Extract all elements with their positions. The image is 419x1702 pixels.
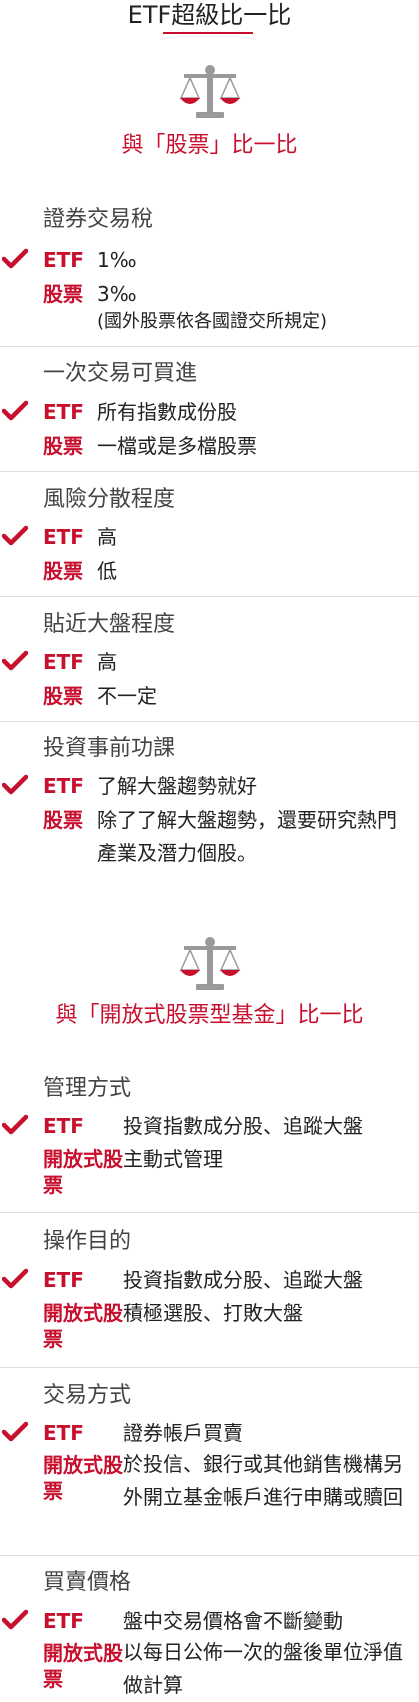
stock-value: 一檔或是多檔股票 [97, 434, 257, 458]
divider [0, 471, 419, 472]
check-icon [2, 774, 28, 795]
block-title: 貼近大盤程度 [43, 612, 176, 637]
etf-label: ETF [43, 774, 84, 798]
check-icon [2, 1268, 28, 1289]
title-underline [163, 32, 253, 34]
etf-label: ETF [43, 400, 84, 424]
block-title: 交易方式 [43, 1383, 132, 1408]
block-title: 證券交易稅 [43, 207, 154, 232]
stock-value: 低 [97, 559, 117, 583]
stock-label: 股票 [43, 684, 83, 708]
fund-label: 開放式股票 [43, 1641, 123, 1691]
fund-label: 開放式股票 [43, 1301, 123, 1351]
etf-value: 高 [97, 525, 117, 549]
etf-value: 高 [97, 650, 117, 674]
page-title: ETF超級比一比 [127, 1, 292, 29]
fund-value: 主動式管理 [123, 1147, 223, 1171]
stock-label: 股票 [43, 282, 83, 306]
block-title: 一次交易可買進 [43, 361, 198, 386]
etf-label: ETF [43, 248, 84, 272]
stock-value: 不一定 [97, 684, 157, 708]
check-icon [2, 650, 28, 671]
etf-label: ETF [43, 1421, 84, 1445]
section-title-stock: 與「股票」比一比 [121, 133, 298, 158]
stock-label: 股票 [43, 434, 83, 458]
block-title: 買賣價格 [43, 1570, 132, 1595]
etf-label: ETF [43, 1609, 84, 1633]
fund-label: 開放式股票 [43, 1147, 123, 1197]
etf-value: 1‰ [97, 248, 137, 272]
check-icon [2, 1609, 28, 1630]
etf-label: ETF [43, 650, 84, 674]
block-title: 風險分散程度 [43, 487, 176, 512]
etf-value: 投資指數成分股、追蹤大盤 [123, 1114, 363, 1138]
stock-label: 股票 [43, 808, 83, 832]
fund-value: 以每日公佈一次的盤後單位淨值做計算 [123, 1640, 403, 1697]
check-icon [2, 248, 28, 269]
fund-value: 積極選股、打敗大盤 [123, 1301, 303, 1325]
stock-value: 除了了解大盤趨勢，還要研究熱門產業及潛力個股。 [97, 808, 397, 865]
stock-label: 股票 [43, 559, 83, 583]
block-title: 操作目的 [43, 1229, 132, 1254]
etf-label: ETF [43, 1268, 84, 1292]
block-title: 投資事前功課 [43, 736, 176, 761]
block-title: 管理方式 [43, 1076, 132, 1101]
etf-value: 所有指數成份股 [97, 400, 237, 424]
etf-value: 證券帳戶買賣 [123, 1421, 243, 1445]
balance-scale-icon [179, 937, 240, 990]
divider [0, 1367, 419, 1368]
etf-label: ETF [43, 1114, 84, 1138]
divider [0, 1212, 419, 1213]
divider [0, 346, 419, 347]
etf-value: 了解大盤趨勢就好 [97, 774, 257, 798]
section-title-fund: 與「開放式股票型基金」比一比 [55, 1003, 364, 1028]
check-icon [2, 400, 28, 421]
etf-value: 盤中交易價格會不斷變動 [123, 1609, 343, 1633]
check-icon [2, 1114, 28, 1135]
etf-value: 投資指數成分股、追蹤大盤 [123, 1268, 363, 1292]
etf-label: ETF [43, 525, 84, 549]
balance-scale-icon [179, 65, 240, 118]
check-icon [2, 525, 28, 546]
divider [0, 1555, 419, 1556]
fund-label: 開放式股票 [43, 1453, 123, 1503]
fund-value: 於投信、銀行或其他銷售機構另外開立基金帳戶進行申購或贖回 [123, 1452, 403, 1509]
stock-note: (國外股票依各國證交所規定) [97, 311, 328, 332]
divider [0, 721, 419, 722]
check-icon [2, 1421, 28, 1442]
divider [0, 596, 419, 597]
